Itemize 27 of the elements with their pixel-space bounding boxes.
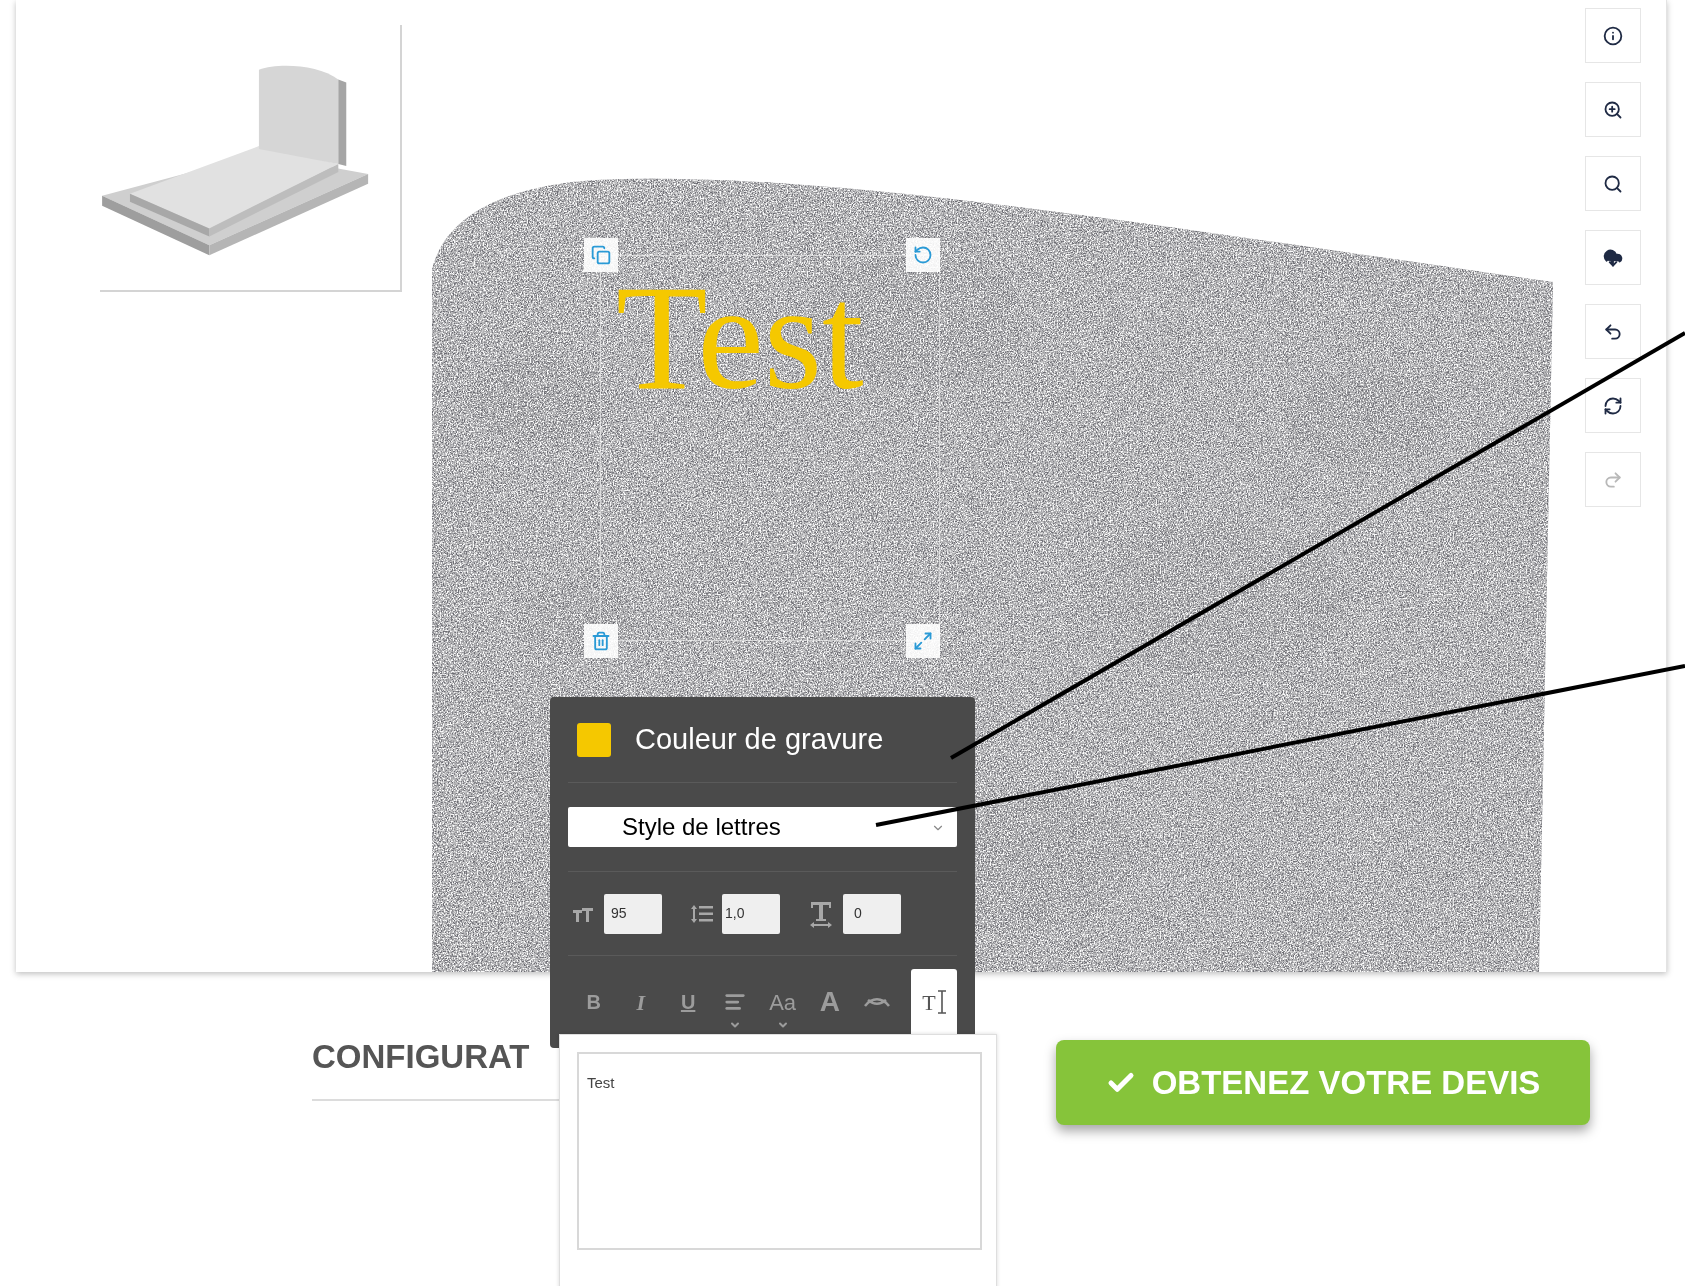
align-left-icon	[724, 991, 747, 1013]
resize-icon	[913, 631, 933, 651]
format-button[interactable]: I	[617, 969, 665, 1035]
quote-button[interactable]: OBTENEZ VOTRE DEVIS	[1056, 1040, 1590, 1125]
toolbar-button[interactable]	[1585, 156, 1641, 211]
font-select[interactable]: Style de lettres	[568, 807, 957, 847]
curve-text-icon	[864, 996, 891, 1008]
toolbar-button[interactable]	[1585, 82, 1641, 137]
font-size-field[interactable]: 95	[604, 893, 662, 934]
format-button[interactable]: T	[910, 969, 957, 1035]
format-button[interactable]: A	[806, 969, 854, 1035]
trash-icon	[591, 631, 611, 651]
line-height-field[interactable]: 1,0	[722, 893, 780, 934]
format-button[interactable]: U	[664, 969, 712, 1035]
rotate-icon	[913, 245, 933, 265]
color-label: Couleur de gravure	[635, 721, 884, 757]
copy-icon	[591, 245, 611, 265]
text-cursor-icon	[937, 990, 946, 1014]
toolbar-button[interactable]	[1585, 230, 1641, 285]
toolbar-button[interactable]	[1585, 378, 1641, 433]
format-button[interactable]: B	[570, 969, 618, 1035]
toolbar-button[interactable]	[1585, 8, 1641, 63]
color-swatch[interactable]	[577, 722, 611, 757]
letter-spacing-field[interactable]: 0	[843, 893, 901, 934]
font-size-icon	[572, 905, 594, 922]
letter-spacing-icon	[808, 899, 834, 928]
text-input-field[interactable]: Test	[577, 1052, 982, 1250]
